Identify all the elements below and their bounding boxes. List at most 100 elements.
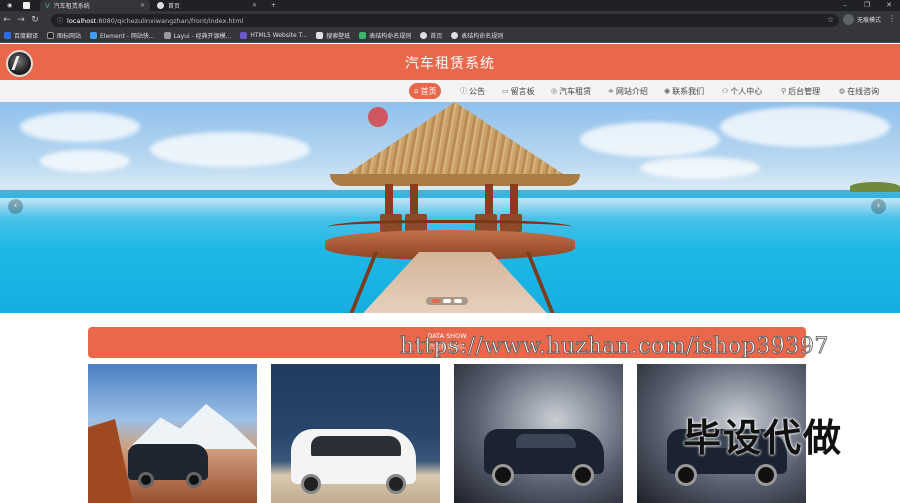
bookmark-star-icon[interactable]: ☆ xyxy=(827,15,834,24)
tab-home[interactable]: 首页 ✕ xyxy=(152,0,262,11)
bookmark-item[interactable]: 搜索壁纸 xyxy=(316,31,350,40)
html5-icon xyxy=(240,32,248,39)
rock xyxy=(88,419,133,503)
main-nav: ⌂ 首页 ⓘ 公告 ▭ 留言板 ◎ 汽车租赁 ≑ 网站介绍 ◉ 联系我们 ⚇ 个人中心 ⚲ 后台… xyxy=(0,80,900,102)
close-window-icon[interactable]: ✕ xyxy=(878,0,900,11)
tab-car-rental[interactable]: V 汽车租赁系统 ✕ xyxy=(40,0,150,11)
intro-icon: ≑ xyxy=(608,87,614,95)
carousel-next-button[interactable]: › xyxy=(871,199,886,214)
carousel-dot[interactable] xyxy=(432,299,440,303)
island xyxy=(850,182,900,192)
horizon xyxy=(0,190,900,198)
nav-item-home[interactable]: ⌂ 首页 xyxy=(409,83,442,99)
close-icon[interactable]: ✕ xyxy=(252,2,257,9)
url-input[interactable]: ⓘ localhost:8080/qichezulinxiwangzhan/fr… xyxy=(51,14,839,27)
back-icon[interactable]: ← xyxy=(0,15,14,25)
wheel xyxy=(386,474,406,494)
link-icon: ⚲ xyxy=(781,87,787,95)
cloud xyxy=(20,112,140,142)
nav-item-about[interactable]: ≑ 网站介绍 xyxy=(608,84,648,98)
bookmark-item[interactable]: HTML5 Website T... xyxy=(240,32,307,39)
minimize-icon[interactable]: – xyxy=(834,0,856,11)
nav-item-profile[interactable]: ⚇ 个人中心 xyxy=(722,84,762,98)
info-icon: ⓘ xyxy=(460,87,467,95)
wheel xyxy=(755,464,777,486)
car-icon: ◎ xyxy=(551,87,558,95)
site-title: 汽车租赁系统 xyxy=(405,56,495,72)
wheel xyxy=(301,474,321,494)
bookmark-item[interactable]: Element - 网站快... xyxy=(90,31,155,40)
globe-icon xyxy=(420,32,428,39)
globe-icon xyxy=(451,32,459,39)
incognito-icon xyxy=(843,14,854,25)
contact-icon: ◉ xyxy=(664,87,671,95)
bookmark-item[interactable]: 表结构命名规则 xyxy=(359,31,411,40)
nav-item-guestbook[interactable]: ▭ 留言板 xyxy=(502,84,535,98)
info-icon: ⓘ xyxy=(57,18,64,25)
icon-site-icon xyxy=(47,32,55,39)
translate-icon xyxy=(4,32,11,39)
home-icon: ⌂ xyxy=(414,87,419,95)
message-icon: ▭ xyxy=(502,87,509,95)
tab-blank[interactable] xyxy=(18,0,40,11)
forward-icon[interactable]: → xyxy=(14,15,28,25)
hut-fringe xyxy=(330,174,580,186)
car-card[interactable] xyxy=(271,364,440,503)
url-path: :8080/qichezulinxiwangzhan/front/index.h… xyxy=(96,16,244,25)
bookmark-item[interactable]: 百度翻译 xyxy=(4,31,38,40)
new-tab-button[interactable]: + xyxy=(266,0,281,11)
maximize-icon[interactable]: ❐ xyxy=(856,0,878,11)
car-card[interactable] xyxy=(88,364,257,503)
url-host: localhost xyxy=(67,16,97,25)
wheel xyxy=(186,472,202,488)
bookmark-item[interactable]: Layui - 经典开源模... xyxy=(163,31,231,40)
element-icon xyxy=(90,32,98,39)
cloud xyxy=(40,150,130,172)
nav-item-admin[interactable]: ⚲ 后台管理 xyxy=(781,84,820,98)
mouse-cursor-highlight xyxy=(368,107,388,127)
cloud xyxy=(150,132,310,167)
close-icon[interactable]: ✕ xyxy=(140,2,145,9)
bookmarks-bar: 百度翻译 图标网站 Element - 网站快... Layui - 经典开源模… xyxy=(0,29,900,43)
carousel-dot[interactable] xyxy=(443,299,451,303)
carousel-prev-button[interactable]: ‹ xyxy=(8,199,23,214)
layui-icon xyxy=(163,32,171,39)
url-watermark: https://www.huzhan.com/ishop39397 xyxy=(400,334,829,360)
chat-icon: ◍ xyxy=(839,87,846,95)
bookmark-item[interactable]: 图标网站 xyxy=(47,31,81,40)
cloud xyxy=(580,122,720,157)
browser-tab-bar: ◉ V 汽车租赁系统 ✕ 首页 ✕ + – ❐ ✕ xyxy=(0,0,900,11)
globe-icon xyxy=(157,2,164,9)
banner-carousel[interactable]: ‹ › xyxy=(0,102,900,313)
user-icon: ⚇ xyxy=(722,87,729,95)
carousel-indicators xyxy=(426,297,468,305)
wheel xyxy=(572,464,594,486)
bookmark-item[interactable]: 首页 xyxy=(420,31,442,40)
vue-icon: V xyxy=(45,1,50,10)
nav-item-contact[interactable]: ◉ 联系我们 xyxy=(664,84,704,98)
bookmark-item[interactable]: 表结构命名规则 xyxy=(451,31,503,40)
window-controls: – ❐ ✕ xyxy=(834,0,900,11)
nav-item-car-rental[interactable]: ◎ 汽车租赁 xyxy=(551,84,591,98)
more-menu-icon[interactable]: ⋮ xyxy=(888,14,896,23)
profile-label: 无痕模式 xyxy=(857,17,882,24)
nav-item-notice[interactable]: ⓘ 公告 xyxy=(460,84,485,98)
promo-watermark: 毕设代做 xyxy=(683,416,844,460)
nav-item-consult[interactable]: ◍ 在线咨询 xyxy=(839,84,879,98)
incognito-profile[interactable]: 无痕模式 xyxy=(843,14,881,25)
wheel xyxy=(492,464,514,486)
tab-title: 首页 xyxy=(168,3,181,10)
wheel xyxy=(675,464,697,486)
tab-title: 汽车租赁系统 xyxy=(53,3,90,10)
table-icon xyxy=(359,32,367,39)
car-card[interactable] xyxy=(454,364,623,503)
deck-rail xyxy=(328,220,572,234)
car-window xyxy=(516,434,576,448)
car-window xyxy=(311,436,401,456)
wheel xyxy=(138,472,154,488)
page-icon xyxy=(23,2,30,9)
carousel-dot[interactable] xyxy=(454,299,462,303)
browser-menu-icon[interactable]: ◉ xyxy=(2,0,14,11)
mountain xyxy=(128,404,257,449)
reload-icon[interactable]: ↻ xyxy=(28,15,42,25)
